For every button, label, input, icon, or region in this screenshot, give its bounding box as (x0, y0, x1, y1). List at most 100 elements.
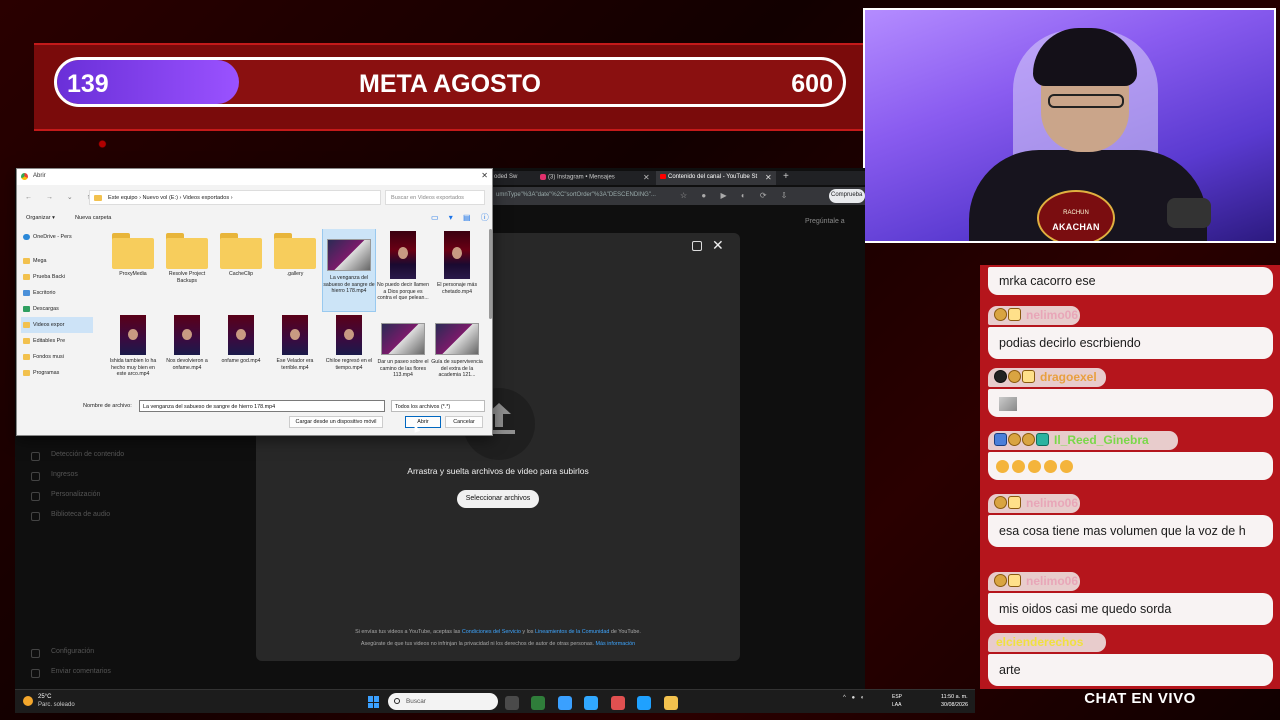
clock-time[interactable]: 11:50 a. m. (941, 694, 968, 700)
video-file-item[interactable]: El personaje más chetado.mp4 (431, 229, 483, 295)
video-thumbnail (381, 323, 425, 355)
nav-item-editables[interactable]: Editables Pre (21, 333, 93, 349)
folder-item[interactable]: .gallery (269, 229, 321, 278)
nav-item-onedrive[interactable]: OneDrive - Pers (21, 229, 93, 245)
compare-button[interactable]: Comprueba (829, 189, 865, 203)
select-files-button[interactable]: Seleccionar archivos (457, 490, 539, 508)
tab-close-icon[interactable]: ✕ (643, 173, 650, 182)
terms-text: y los (520, 629, 535, 635)
bits-badge-icon (1022, 433, 1035, 446)
video-file-item[interactable]: onfame god.mp4 (215, 313, 267, 365)
close-icon[interactable]: ✕ (712, 237, 724, 254)
breadcrumb[interactable]: Este equipo › Nuevo vol (E:) › Videos ex… (89, 190, 381, 205)
browser-tab[interactable]: oded Sw (490, 171, 532, 185)
nav-item-label: Videos expor (33, 322, 65, 328)
browser-tab-instagram[interactable]: (3) Instagram • Mensajes (536, 171, 654, 185)
davinci-resolve-icon[interactable] (557, 695, 572, 710)
sidebar-item-content-detection[interactable]: Detección de contenido (25, 445, 225, 465)
terms-of-service-link[interactable]: Condiciones del Servicio (462, 629, 521, 635)
tab-close-icon[interactable]: ✕ (765, 173, 772, 182)
nav-item-downloads[interactable]: Descargas (21, 301, 93, 317)
sidebar-item-customization[interactable]: Personalización (25, 485, 225, 505)
sidebar-item-earn[interactable]: Ingresos (25, 465, 225, 485)
video-file-item[interactable]: Guía de supervivencia del extra de la ac… (431, 313, 483, 379)
video-file-item[interactable]: Nos devolvieron a onfame.mp4 (161, 313, 213, 371)
file-name: Ese Velador era terrible.mp4 (276, 358, 314, 371)
obs-icon[interactable] (610, 695, 625, 710)
cancel-button[interactable]: Cancelar (445, 416, 483, 428)
weather-sun-icon[interactable] (23, 696, 33, 706)
view-options-icon[interactable]: ▭ ▾ ▤ ⓘ (431, 212, 493, 223)
webcam-microphone (1167, 198, 1211, 228)
clock-date[interactable]: 30/08/2026 (941, 702, 968, 708)
filename-label: Nombre de archivo: (83, 403, 132, 409)
video-file-item[interactable]: Ese Velador era terrible.mp4 (269, 313, 321, 371)
folder-item[interactable]: CacheClip (215, 229, 267, 278)
emote-icon (1012, 460, 1025, 474)
file-name: La venganza del sabueso de sangre de hie… (323, 275, 375, 294)
system-tray-icons[interactable]: ^ ● ◐ (843, 695, 866, 701)
video-file-item[interactable]: No puedo decir llamen a Dios porque es c… (377, 229, 429, 302)
keyboard-layout-indicator[interactable]: LAA (892, 702, 901, 708)
channel-logo-top-text: RACHUN (1063, 210, 1089, 216)
close-icon[interactable]: ✕ (481, 171, 488, 180)
new-tab-icon[interactable]: + (783, 171, 789, 182)
task-view-icon[interactable] (505, 695, 519, 710)
organize-button[interactable]: Organizar ▾ (26, 215, 55, 221)
folder-item[interactable]: ProxyMedia (107, 229, 159, 278)
browser-tab-label: Contenido del canal - YouTube St (668, 174, 758, 181)
chat-message-text: esa cosa tiene mas volumen que la voz de… (988, 515, 1273, 547)
sidebar-item-feedback[interactable]: Enviar comentarios (25, 662, 225, 682)
learn-more-link[interactable]: Más información (596, 641, 636, 647)
feedback-icon[interactable] (692, 241, 702, 251)
nav-item-prueba[interactable]: Prueba Backi (21, 269, 93, 285)
nav-item-programas[interactable]: Programas (21, 365, 93, 381)
windows-start-icon[interactable] (368, 696, 380, 708)
webcam-feed: RACHUN AKACHAN (863, 8, 1276, 243)
nav-item-mega[interactable]: Mega (21, 253, 93, 269)
app-icon[interactable] (531, 695, 546, 710)
language-indicator[interactable]: ESP (892, 694, 902, 700)
terms-text: de YouTube. (609, 629, 641, 635)
video-file-item[interactable]: Dar un paseo sobre el camino de las flor… (377, 313, 429, 379)
upload-from-mobile-button[interactable]: Cargar desde un dispositivo móvil (289, 416, 383, 428)
nav-item-fondos[interactable]: Fondos musi (21, 349, 93, 365)
video-thumbnail (282, 315, 308, 355)
sub-badge-icon (994, 496, 1007, 509)
folder-icon (23, 370, 30, 376)
address-url: umnType"%3A"date"%2C"sortOrder"%3A"DESCE… (496, 192, 656, 198)
studio-ask-button[interactable]: Pregúntale a (805, 218, 845, 225)
file-explorer-icon[interactable] (663, 695, 678, 710)
new-folder-button[interactable]: Nueva carpeta (75, 215, 111, 221)
chat-username-tag: dragoexel (988, 368, 1106, 387)
nav-item-label: Escritorio (33, 290, 56, 296)
open-button[interactable]: Abrir (405, 416, 441, 428)
chat-message-text: arte (988, 654, 1273, 686)
nav-item-desktop[interactable]: Escritorio (21, 285, 93, 301)
browser-extension-icons[interactable]: ☆ ● ▶ ◐ ⟳ ⇩ (680, 191, 794, 200)
photoshop-icon[interactable] (584, 695, 599, 710)
folder-icon (220, 233, 262, 269)
video-file-item[interactable]: Chiloe regresó en el tiempo.mp4 (323, 313, 375, 371)
nav-item-label: Mega (33, 258, 47, 264)
nav-item-label: Prueba Backi (33, 274, 66, 280)
community-guidelines-link[interactable]: Lineamientos de la Comunidad (535, 629, 609, 635)
video-file-item[interactable]: Ishida tambien lo ha hecho muy bien en e… (107, 313, 159, 378)
file-list-scrollbar[interactable] (489, 229, 492, 319)
search-input[interactable]: Buscar en Videos exportados (385, 190, 485, 205)
folder-icon (23, 274, 30, 280)
edge-icon[interactable] (637, 695, 652, 710)
file-name: ProxyMedia (119, 271, 147, 277)
filetype-select[interactable]: Todos los archivos (*.*) (391, 400, 485, 412)
browser-tab-youtube-studio[interactable]: Contenido del canal - YouTube St (656, 171, 776, 185)
nav-item-videos-exportados[interactable]: Videos expor (21, 317, 93, 333)
folder-item[interactable]: Resolve Project Backups (161, 229, 213, 284)
video-file-item[interactable]: La venganza del sabueso de sangre de hie… (322, 229, 376, 312)
chat-message-text: mis oidos casi me quedo sorda (988, 593, 1273, 625)
nav-arrows-icon[interactable]: ← → ⌄ ↑ (25, 193, 96, 201)
browser-address-bar[interactable]: umnType"%3A"date"%2C"sortOrder"%3A"DESCE… (490, 187, 865, 205)
filename-field[interactable]: La venganza del sabueso de sangre de hie… (139, 400, 385, 412)
taskbar-search-input[interactable]: Buscar (388, 693, 498, 710)
sidebar-item-audio-library[interactable]: Biblioteca de audio (25, 505, 225, 525)
sidebar-item-settings[interactable]: Configuración (25, 642, 225, 662)
